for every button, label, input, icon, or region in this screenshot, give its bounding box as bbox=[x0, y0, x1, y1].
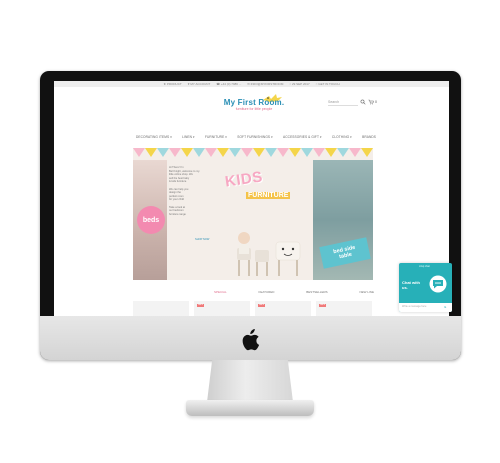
nav-item-brands[interactable]: BRANDS bbox=[362, 135, 376, 139]
search-icon[interactable] bbox=[360, 99, 366, 105]
chat-bubble-icon bbox=[429, 275, 447, 293]
kids-chairs-image bbox=[237, 232, 269, 276]
topbar-item: ○ 29 SEP 2017 bbox=[289, 82, 310, 86]
tab-featured[interactable]: FEATURED bbox=[259, 290, 275, 296]
shop-now-link[interactable]: SHOP NOW bbox=[195, 238, 209, 241]
chat-message: Chat with us. bbox=[402, 280, 420, 290]
nav-item-linen[interactable]: LINEN ▾ bbox=[182, 135, 195, 139]
nav-item-furniture[interactable]: FURNITURE ▾ bbox=[205, 135, 227, 139]
nav-item-clothing[interactable]: CLOTHING ▾ bbox=[332, 135, 352, 139]
product-card[interactable]: SALE bbox=[316, 301, 372, 316]
search-input[interactable]: Search bbox=[328, 100, 358, 106]
topbar-item[interactable]: ○ GET IN TOUCH bbox=[316, 82, 340, 86]
topbar-item[interactable]: ★ PRODUCT bbox=[163, 82, 181, 86]
nav-item-accessories[interactable]: ACCESSORIES & GIFT ▾ bbox=[283, 135, 322, 139]
product-tabs: SPECIAL FEATURED BESTSELLERS NEW LINE bbox=[214, 290, 374, 296]
bedside-table-image bbox=[275, 241, 301, 276]
chat-header[interactable]: crisp chat Chat with us. bbox=[399, 263, 452, 303]
bunting-decoration bbox=[133, 148, 373, 157]
product-card[interactable]: SALE bbox=[194, 301, 250, 316]
send-icon[interactable]: ➤ bbox=[444, 305, 447, 309]
beds-badge[interactable]: beds bbox=[137, 206, 165, 234]
website-screen: ★ PRODUCT ♥ MY ACCOUNT ☎ +44 (0) 7986 ..… bbox=[54, 81, 449, 316]
hero-intro-text: Hi There! I'm Bel Knight, welcome to my … bbox=[169, 166, 200, 216]
sale-badge: SALE bbox=[319, 304, 326, 307]
tab-bestsellers[interactable]: BESTSELLERS bbox=[306, 290, 327, 296]
hero-kids-heading: KIDS bbox=[224, 168, 264, 191]
tab-new-line[interactable]: NEW LINE bbox=[359, 290, 374, 296]
chat-widget[interactable]: crisp chat Chat with us. Write a message… bbox=[399, 263, 452, 312]
chat-input[interactable]: Write a message here bbox=[402, 305, 426, 308]
topbar-item[interactable]: ☎ +44 (0) 7986 ... bbox=[216, 82, 241, 86]
topbar-item[interactable]: ✉ INFO@MYFIRSTROOM bbox=[247, 82, 283, 86]
monitor-stand-base bbox=[186, 400, 314, 416]
tab-special[interactable]: SPECIAL bbox=[214, 290, 227, 296]
nav-item-decorating[interactable]: DECORATING ITEMS ▾ bbox=[136, 135, 172, 139]
monitor-stand-neck bbox=[207, 360, 293, 402]
site-logo[interactable]: My First Room. furniture for little peop… bbox=[219, 98, 289, 120]
chat-brand: crisp chat bbox=[419, 265, 430, 268]
chat-compose[interactable]: Write a message here ➤ bbox=[399, 303, 452, 312]
product-card[interactable] bbox=[133, 301, 189, 316]
product-card[interactable]: SALE bbox=[255, 301, 311, 316]
nav-item-soft-furnishings[interactable]: SOFT FURNISHINGS ▾ bbox=[237, 135, 273, 139]
hero-furniture-heading: FURNITURE bbox=[246, 192, 291, 199]
logo-tagline: furniture for little people bbox=[235, 107, 273, 111]
topbar-item[interactable]: ♥ MY ACCOUNT bbox=[188, 82, 211, 86]
sale-badge: SALE bbox=[258, 304, 265, 307]
apple-logo-icon bbox=[242, 329, 260, 351]
top-info-bar: ★ PRODUCT ♥ MY ACCOUNT ☎ +44 (0) 7986 ..… bbox=[54, 81, 449, 87]
product-grid: SALE SALE SALE bbox=[133, 301, 373, 316]
logo-title: My First Room. bbox=[223, 98, 285, 107]
cart-icon[interactable] bbox=[368, 99, 374, 105]
sale-badge: SALE bbox=[197, 304, 204, 307]
main-nav: DECORATING ITEMS ▾ LINEN ▾ FURNITURE ▾ S… bbox=[136, 133, 376, 140]
hero-banner[interactable]: Hi There! I'm Bel Knight, welcome to my … bbox=[133, 148, 373, 280]
cart-count: 0 bbox=[375, 100, 377, 104]
